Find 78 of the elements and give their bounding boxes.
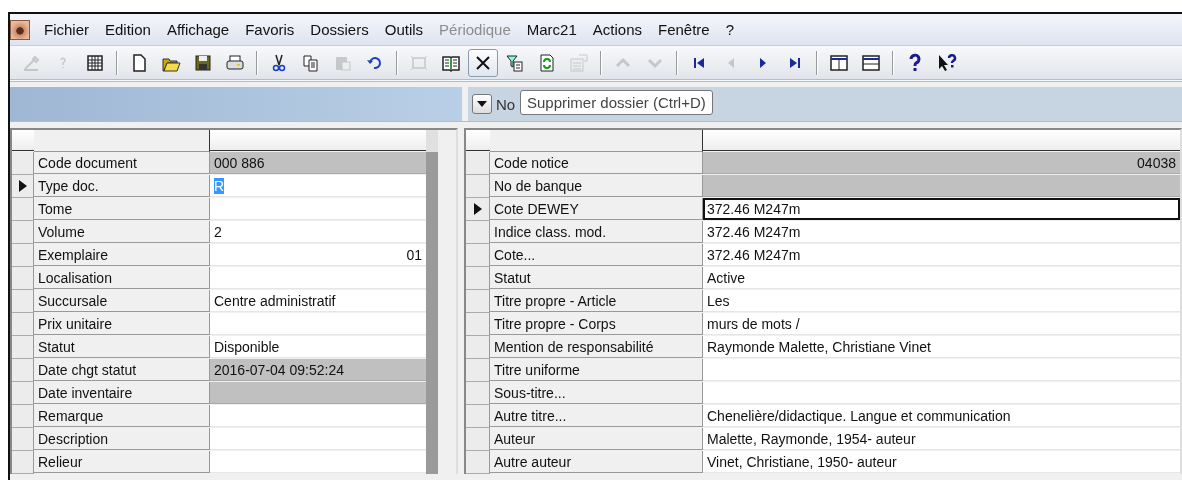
app-icon[interactable] [10, 19, 30, 40]
field-label: Localisation [34, 267, 210, 289]
field-value[interactable]: murs de mots / [703, 313, 1180, 335]
field-label: Code document [34, 152, 210, 174]
context-help-icon [937, 52, 957, 73]
field-label: Remarque [34, 405, 210, 427]
field-label: Volume [34, 221, 210, 243]
field-label: Auteur [490, 428, 703, 450]
grid-margin [426, 152, 438, 175]
menu-item[interactable]: Marc21 [518, 19, 585, 40]
field-label: Indice class. mod. [490, 221, 703, 243]
field-label: Autre titre... [490, 405, 703, 427]
field-value[interactable]: Disponible [210, 336, 426, 358]
menu-item[interactable]: Fichier [36, 19, 97, 40]
field-label: Exemplaire [34, 244, 210, 266]
field-label: Code notice [490, 152, 703, 174]
field-label: Tome [34, 198, 210, 220]
table-icon [85, 52, 105, 73]
field-value[interactable]: Vinet, Christiane, 1950- auteur [703, 451, 1180, 473]
field-value[interactable]: Chenelière/didactique. Langue et communication [703, 405, 1180, 427]
window-split-icon [861, 52, 881, 73]
field-value[interactable] [703, 175, 1180, 197]
field-value[interactable]: 04038 [703, 152, 1180, 174]
field-label: Titre uniforme [490, 359, 703, 381]
menu-item[interactable]: Actions [584, 19, 650, 40]
field-label: Succursale [34, 290, 210, 312]
caret-icon [477, 101, 487, 107]
field-label: Description [34, 428, 210, 450]
field-value[interactable] [210, 382, 426, 404]
field-label: Cote... [490, 244, 703, 266]
tooltip: Supprimer dossier (Ctrl+D) [520, 90, 713, 115]
field-label: Statut [490, 267, 703, 289]
menu-item[interactable]: Favoris [237, 19, 303, 40]
menu-item[interactable]: ? [717, 19, 743, 40]
copy-icon [301, 52, 321, 73]
field-value[interactable]: Raymonde Malette, Christiane Vinet [703, 336, 1180, 358]
field-label: Statut [34, 336, 210, 358]
field-value[interactable]: 372.46 M247m [703, 198, 1180, 220]
field-label: Type doc. [34, 175, 210, 197]
field-label: Titre propre - Corps [490, 313, 703, 335]
field-label: Date chgt statut [34, 359, 210, 381]
field-value[interactable]: 2 [210, 221, 426, 243]
menu-item[interactable]: Dossiers [302, 19, 377, 40]
field-value[interactable]: Centre administratif [210, 290, 426, 312]
field-label: Autre auteur [490, 451, 703, 473]
field-value[interactable]: 01 [210, 244, 426, 266]
menu-item[interactable]: Edition [97, 19, 159, 40]
window-layout-icon [829, 52, 849, 73]
properties-icon [569, 52, 589, 73]
field-label: Titre propre - Article [490, 290, 703, 312]
field-label: Prix unitaire [34, 313, 210, 335]
menu-item[interactable]: Fenêtre [650, 19, 718, 40]
panel-title: No [496, 95, 516, 113]
field-label: Relieur [34, 451, 210, 473]
field-label: No de banque [490, 175, 703, 197]
field-value[interactable]: Les [703, 290, 1180, 312]
field-value[interactable]: Active [703, 267, 1180, 289]
menu-item[interactable]: Outils [376, 19, 432, 40]
field-value[interactable]: 000 886 [210, 152, 426, 174]
field-value[interactable]: 2016-07-04 09:52:24 [210, 359, 426, 381]
column-header[interactable] [703, 130, 1180, 151]
column-header[interactable] [210, 130, 426, 151]
field-value[interactable]: 372.46 M247m [703, 221, 1180, 243]
toolbar-button[interactable] [468, 48, 498, 77]
dropdown-button[interactable] [472, 94, 492, 114]
menu-item[interactable]: Affichage [158, 19, 238, 40]
refresh-icon [537, 52, 557, 73]
field-label: Date inventaire [34, 382, 210, 404]
field-value[interactable]: 372.46 M247m [703, 244, 1180, 266]
printer-icon [225, 52, 245, 73]
selected-text: R [214, 178, 225, 194]
field-label: Sous-titre... [490, 382, 703, 404]
field-label: Cote DEWEY [490, 198, 703, 220]
filter-icon [505, 52, 525, 73]
grid-margin [426, 130, 438, 152]
grid-margin [426, 451, 438, 474]
field-value[interactable]: Malette, Raymonde, 1954- auteur [703, 428, 1180, 450]
field-label: Mention de responsabilité [490, 336, 703, 358]
